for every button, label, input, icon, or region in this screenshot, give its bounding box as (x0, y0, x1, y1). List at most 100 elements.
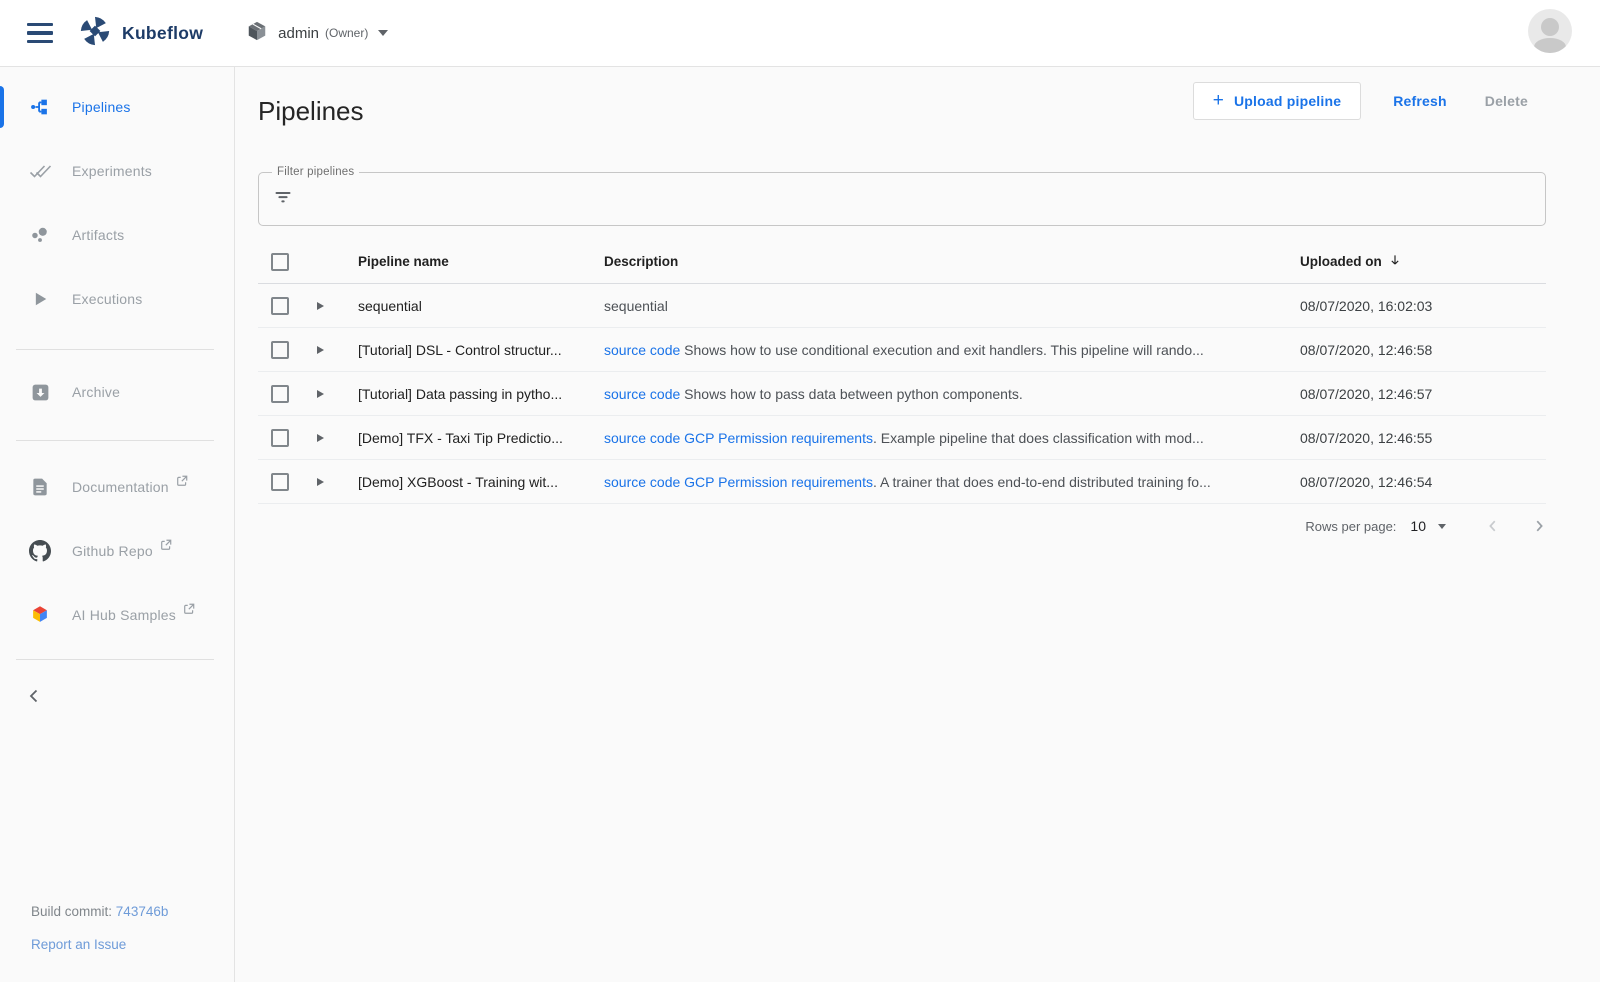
refresh-button[interactable]: Refresh (1393, 93, 1447, 109)
description-link[interactable]: source code (604, 474, 680, 490)
main-content: Pipelines + Upload pipeline Refresh Dele… (235, 67, 1600, 982)
collapse-sidebar-button[interactable] (26, 682, 54, 710)
user-avatar[interactable] (1528, 9, 1572, 53)
table-header-row: Pipeline name Description Uploaded on (258, 240, 1546, 284)
archive-icon (28, 380, 52, 404)
uploaded-on-cell: 08/07/2020, 12:46:54 (1300, 474, 1546, 490)
menu-icon[interactable] (27, 23, 53, 43)
description-cell: source code Shows how to use conditional… (604, 342, 1300, 358)
uploaded-on-cell: 08/07/2020, 12:46:58 (1300, 342, 1546, 358)
previous-page-button[interactable] (1486, 519, 1500, 533)
row-checkbox[interactable] (271, 341, 289, 359)
sidebar-item-archive[interactable]: Archive (0, 372, 234, 412)
build-commit-label: Build commit: (31, 904, 112, 919)
pagination-bar: Rows per page: 10 (258, 504, 1546, 548)
column-header-uploaded-on[interactable]: Uploaded on (1300, 253, 1546, 270)
ai-hub-icon (28, 603, 52, 627)
description-text: . A trainer that does end-to-end distrib… (873, 474, 1211, 490)
document-icon (28, 475, 52, 499)
row-checkbox[interactable] (271, 297, 289, 315)
sidebar-item-label: Experiments (72, 163, 152, 179)
description-link[interactable]: GCP Permission requirements (684, 430, 873, 446)
rows-per-page-value: 10 (1410, 518, 1426, 534)
sidebar-item-label: Executions (72, 291, 142, 307)
select-all-checkbox[interactable] (271, 253, 289, 271)
pipeline-name-cell[interactable]: [Tutorial] Data passing in pytho... (358, 386, 604, 402)
description-cell: sequential (604, 298, 1300, 314)
github-icon (28, 539, 52, 563)
upload-pipeline-label: Upload pipeline (1234, 93, 1341, 109)
sidebar-item-ai-hub-samples[interactable]: AI Hub Samples (0, 595, 234, 635)
expand-row-icon[interactable] (317, 434, 324, 442)
row-checkbox[interactable] (271, 429, 289, 447)
build-commit-link[interactable]: 743746b (116, 904, 169, 919)
expand-row-icon[interactable] (317, 390, 324, 398)
description-cell: source code GCP Permission requirements.… (604, 474, 1300, 490)
pipelines-icon (28, 95, 52, 119)
plus-icon: + (1213, 94, 1224, 108)
sort-desc-arrow-icon (1388, 253, 1402, 270)
table-row[interactable]: [Tutorial] Data passing in pytho...sourc… (258, 372, 1546, 416)
filter-field-label: Filter pipelines (272, 166, 359, 178)
table-row[interactable]: sequentialsequential 08/07/2020, 16:02:03 (258, 284, 1546, 328)
sidebar-item-executions[interactable]: Executions (0, 279, 234, 319)
column-header-pipeline-name[interactable]: Pipeline name (358, 254, 604, 269)
description-link[interactable]: source code (604, 386, 680, 402)
pipeline-name-cell[interactable]: [Tutorial] DSL - Control structur... (358, 342, 604, 358)
kubeflow-logo-icon (80, 16, 110, 51)
pipeline-name-cell[interactable]: sequential (358, 298, 604, 314)
namespace-name: admin (278, 25, 319, 42)
external-link-icon (160, 538, 172, 556)
table-body: sequentialsequential 08/07/2020, 16:02:03… (258, 284, 1546, 504)
column-header-description[interactable]: Description (604, 254, 1300, 269)
description-link[interactable]: GCP Permission requirements (684, 474, 873, 490)
uploaded-on-cell: 08/07/2020, 12:46:57 (1300, 386, 1546, 402)
sidebar-item-artifacts[interactable]: Artifacts (0, 215, 234, 255)
chevron-down-icon (378, 30, 388, 36)
description-cell: source code Shows how to pass data betwe… (604, 386, 1300, 402)
delete-button[interactable]: Delete (1485, 93, 1528, 109)
description-text: sequential (604, 298, 668, 314)
sidebar-item-pipelines[interactable]: Pipelines (0, 87, 234, 127)
sidebar-item-github-repo[interactable]: Github Repo (0, 531, 234, 571)
table-row[interactable]: [Demo] XGBoost - Training wit...source c… (258, 460, 1546, 504)
filter-input[interactable] (305, 191, 1545, 207)
report-issue-link[interactable]: Report an Issue (31, 937, 168, 952)
description-link[interactable]: source code (604, 430, 680, 446)
sidebar-item-documentation[interactable]: Documentation (0, 467, 234, 507)
namespace-role: (Owner) (325, 26, 368, 40)
expand-row-icon[interactable] (317, 302, 324, 310)
uploaded-on-cell: 08/07/2020, 16:02:03 (1300, 298, 1546, 314)
uploaded-on-label: Uploaded on (1300, 254, 1382, 269)
uploaded-on-cell: 08/07/2020, 12:46:55 (1300, 430, 1546, 446)
row-checkbox[interactable] (271, 473, 289, 491)
executions-icon (28, 287, 52, 311)
app-title: Kubeflow (122, 23, 203, 44)
expand-row-icon[interactable] (317, 478, 324, 486)
row-checkbox[interactable] (271, 385, 289, 403)
sidebar-item-experiments[interactable]: Experiments (0, 151, 234, 191)
description-link[interactable]: source code (604, 342, 680, 358)
upload-pipeline-button[interactable]: + Upload pipeline (1193, 82, 1362, 120)
table-row[interactable]: [Demo] TFX - Taxi Tip Predictio...source… (258, 416, 1546, 460)
chevron-down-icon (1438, 524, 1446, 529)
sidebar-item-label: Artifacts (72, 227, 124, 243)
external-link-icon (176, 474, 188, 492)
filter-field: Filter pipelines (258, 172, 1546, 226)
table-row[interactable]: [Tutorial] DSL - Control structur...sour… (258, 328, 1546, 372)
pipelines-table: Pipeline name Description Uploaded on se… (258, 240, 1546, 548)
rows-per-page-select[interactable]: 10 (1410, 518, 1446, 534)
sidebar-item-label: AI Hub Samples (72, 607, 176, 623)
expand-row-icon[interactable] (317, 346, 324, 354)
filter-icon (273, 187, 293, 212)
active-indicator (0, 86, 4, 128)
sidebar: Pipelines Experiments Artifacts (0, 67, 235, 982)
namespace-selector[interactable]: admin (Owner) (246, 20, 388, 47)
pipeline-name-cell[interactable]: [Demo] TFX - Taxi Tip Predictio... (358, 430, 604, 446)
pipeline-name-cell[interactable]: [Demo] XGBoost - Training wit... (358, 474, 604, 490)
page-title: Pipelines (258, 96, 364, 127)
next-page-button[interactable] (1532, 519, 1546, 533)
rows-per-page-label: Rows per page: (1305, 519, 1396, 534)
sidebar-item-label: Github Repo (72, 543, 153, 559)
kubeflow-brand[interactable]: Kubeflow (80, 16, 203, 51)
